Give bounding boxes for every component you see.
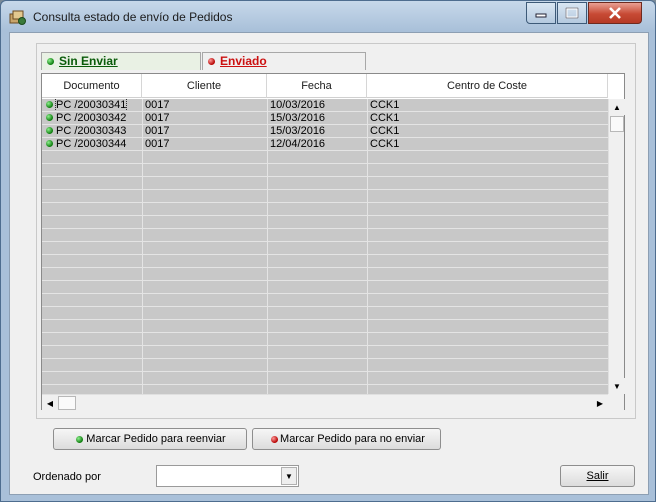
row-documento: PC /20030342: [56, 112, 127, 124]
red-status-icon: [271, 436, 278, 443]
sort-by-label: Ordenado por: [33, 471, 101, 483]
column-header-documento[interactable]: Documento: [42, 74, 142, 98]
column-header-cliente[interactable]: Cliente: [142, 74, 267, 98]
row-cliente: 0017: [145, 138, 170, 150]
green-status-icon: [47, 58, 54, 65]
row-centro-coste: CCK1: [370, 112, 400, 124]
green-status-icon: [76, 436, 83, 443]
exit-label: Salir: [586, 470, 609, 482]
vertical-scrollbar[interactable]: ▲ ▼: [608, 99, 625, 394]
row-centro-coste: CCK1: [370, 125, 400, 137]
row-fecha: 15/03/2016: [270, 112, 326, 124]
close-button[interactable]: [588, 2, 642, 24]
horizontal-scroll-thumb[interactable]: [58, 396, 76, 410]
horizontal-scrollbar[interactable]: ◀ ▶: [42, 394, 608, 411]
row-cliente: 0017: [145, 99, 170, 111]
table-row[interactable]: PC /20030344 0017 12/04/2016 CCK1: [42, 138, 608, 151]
arrow-down-icon: ▼: [613, 381, 621, 391]
mark-resend-label: Marcar Pedido para reenviar: [86, 433, 226, 445]
chevron-down-icon: ▼: [285, 471, 293, 481]
column-header-fecha[interactable]: Fecha: [267, 74, 367, 98]
tab-sin-enviar[interactable]: Sin Enviar: [41, 52, 201, 70]
arrow-left-icon: ◀: [46, 398, 54, 408]
dropdown-button[interactable]: ▼: [281, 467, 297, 485]
tab-enviado-label: Enviado: [220, 54, 267, 68]
row-documento: PC /20030344: [56, 138, 127, 150]
table-row[interactable]: PC /20030341 0017 10/03/2016 CCK1: [42, 99, 608, 112]
table-row[interactable]: PC /20030342 0017 15/03/2016 CCK1: [42, 112, 608, 125]
red-status-icon: [208, 58, 215, 65]
row-fecha: 10/03/2016: [270, 99, 326, 111]
minimize-icon: [527, 3, 555, 23]
scroll-down-button[interactable]: ▼: [609, 378, 625, 394]
title-bar[interactable]: Consulta estado de envío de Pedidos: [1, 1, 655, 31]
client-area: Sin Enviar Enviado Documento Cliente Fec…: [9, 32, 649, 495]
scrollbar-corner: [608, 394, 624, 410]
scroll-up-button[interactable]: ▲: [609, 99, 625, 115]
vertical-scroll-thumb[interactable]: [610, 116, 624, 132]
green-status-icon: [46, 127, 53, 134]
green-status-icon: [46, 114, 53, 121]
scroll-right-button[interactable]: ▶: [592, 395, 608, 411]
green-status-icon: [46, 101, 53, 108]
arrow-right-icon: ▶: [596, 398, 604, 408]
row-fecha: 15/03/2016: [270, 125, 326, 137]
row-fecha: 12/04/2016: [270, 138, 326, 150]
row-cliente: 0017: [145, 125, 170, 137]
grid-body: PC /20030341 0017 10/03/2016 CCK1 PC /20…: [42, 99, 608, 394]
row-documento: PC /20030341: [54, 99, 128, 111]
exit-button[interactable]: Salir: [560, 465, 635, 487]
maximize-button[interactable]: [557, 2, 587, 24]
window-title: Consulta estado de envío de Pedidos: [33, 10, 233, 24]
tab-sin-enviar-label: Sin Enviar: [59, 54, 118, 68]
orders-grid[interactable]: Documento Cliente Fecha Centro de Coste …: [41, 73, 625, 411]
app-window: Consulta estado de envío de Pedidos Sin …: [0, 0, 656, 502]
row-documento: PC /20030343: [56, 125, 127, 137]
scroll-left-button[interactable]: ◀: [42, 395, 58, 411]
minimize-button[interactable]: [526, 2, 556, 24]
column-header-centro-coste[interactable]: Centro de Coste: [367, 74, 608, 98]
close-icon: [589, 3, 641, 23]
mark-resend-button[interactable]: Marcar Pedido para reenviar: [53, 428, 247, 450]
row-cliente: 0017: [145, 112, 170, 124]
row-centro-coste: CCK1: [370, 99, 400, 111]
mark-no-send-button[interactable]: Marcar Pedido para no enviar: [252, 428, 441, 450]
table-row[interactable]: PC /20030343 0017 15/03/2016 CCK1: [42, 125, 608, 138]
maximize-icon: [558, 3, 586, 23]
arrow-up-icon: ▲: [613, 102, 621, 112]
sort-by-select[interactable]: ▼: [156, 465, 299, 487]
green-status-icon: [46, 140, 53, 147]
tab-enviado[interactable]: Enviado: [202, 52, 366, 70]
mark-no-send-label: Marcar Pedido para no enviar: [280, 433, 425, 445]
grid-header: Documento Cliente Fecha Centro de Coste: [42, 74, 608, 98]
row-centro-coste: CCK1: [370, 138, 400, 150]
app-icon: [9, 10, 26, 25]
